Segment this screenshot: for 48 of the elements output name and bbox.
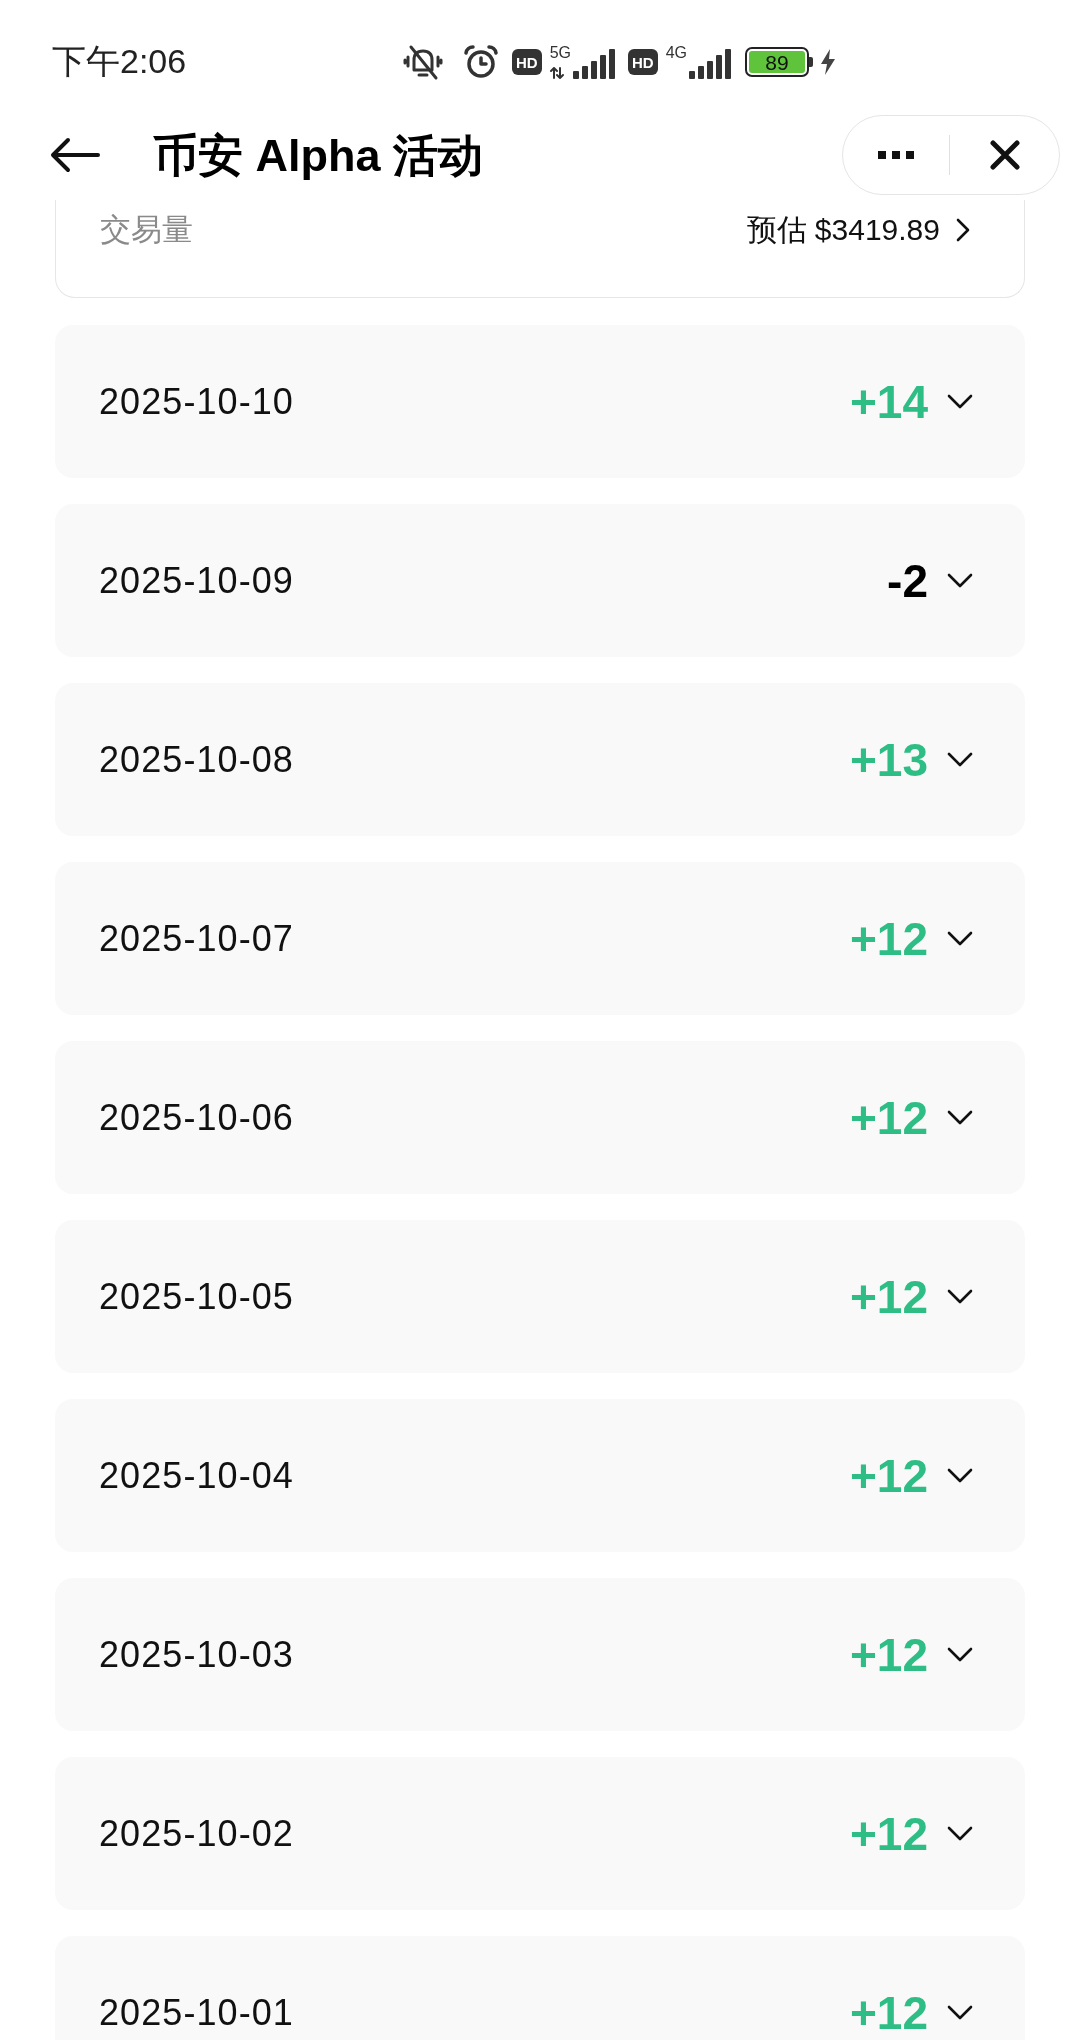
estimate-link[interactable]: 预估 $3419.89 xyxy=(746,210,970,250)
status-time: 下午2:06 xyxy=(52,42,187,80)
summary-label: 交易量 xyxy=(100,211,193,249)
date-text: 2025-10-01 xyxy=(99,1994,294,2031)
alarm-clock-icon xyxy=(463,44,499,80)
date-text: 2025-10-09 xyxy=(99,562,294,599)
points-change-text: +13 xyxy=(849,736,928,783)
more-icon xyxy=(878,151,914,159)
signal-bars-icon xyxy=(573,49,615,79)
date-text: 2025-10-07 xyxy=(99,920,294,957)
points-change-text: -2 xyxy=(887,557,928,604)
close-icon xyxy=(989,140,1020,170)
points-change-text: +12 xyxy=(849,1452,928,1499)
network-type-label: 5G xyxy=(549,45,571,61)
hd-indicator: HD xyxy=(512,49,542,75)
chevron-right-icon xyxy=(956,218,970,242)
day-row[interactable]: 2025-10-01 +12 xyxy=(55,1936,1025,2040)
day-row[interactable]: 2025-10-08 +13 xyxy=(55,683,1025,836)
points-change-text: +12 xyxy=(849,1989,928,2036)
back-arrow-icon xyxy=(50,137,100,173)
points-change-text: +14 xyxy=(849,378,928,425)
date-text: 2025-10-06 xyxy=(99,1099,294,1136)
date-text: 2025-10-03 xyxy=(99,1636,294,1673)
signal-bars-icon xyxy=(689,49,732,79)
day-row[interactable]: 2025-10-05 +12 xyxy=(55,1220,1025,1373)
battery-indicator: 89 xyxy=(745,47,814,77)
date-text: 2025-10-10 xyxy=(99,383,294,420)
day-row[interactable]: 2025-10-04 +12 xyxy=(55,1399,1025,1552)
day-row[interactable]: 2025-10-03 +12 xyxy=(55,1578,1025,1731)
day-row[interactable]: 2025-10-02 +12 xyxy=(55,1757,1025,1910)
date-text: 2025-10-05 xyxy=(99,1278,294,1315)
day-row[interactable]: 2025-10-06 +12 xyxy=(55,1041,1025,1194)
day-row[interactable]: 2025-10-09 -2 xyxy=(55,504,1025,657)
date-text: 2025-10-08 xyxy=(99,741,294,778)
day-row[interactable]: 2025-10-10 +14 xyxy=(55,325,1025,478)
day-row[interactable]: 2025-10-07 +12 xyxy=(55,862,1025,1015)
hd-indicator: HD xyxy=(628,49,658,75)
date-text: 2025-10-04 xyxy=(99,1457,294,1494)
network-type-label: 4G xyxy=(665,45,688,61)
points-change-text: +12 xyxy=(849,1094,928,1141)
points-change-text: +12 xyxy=(849,1631,928,1678)
page-title: 币安 Alpha 活动 xyxy=(153,132,483,178)
date-text: 2025-10-02 xyxy=(99,1815,294,1852)
charging-bolt-icon xyxy=(820,49,837,75)
points-change-text: +12 xyxy=(849,1273,928,1320)
points-change-text: +12 xyxy=(849,1810,928,1857)
data-arrows-icon xyxy=(549,67,564,79)
points-change-text: +12 xyxy=(849,915,928,962)
